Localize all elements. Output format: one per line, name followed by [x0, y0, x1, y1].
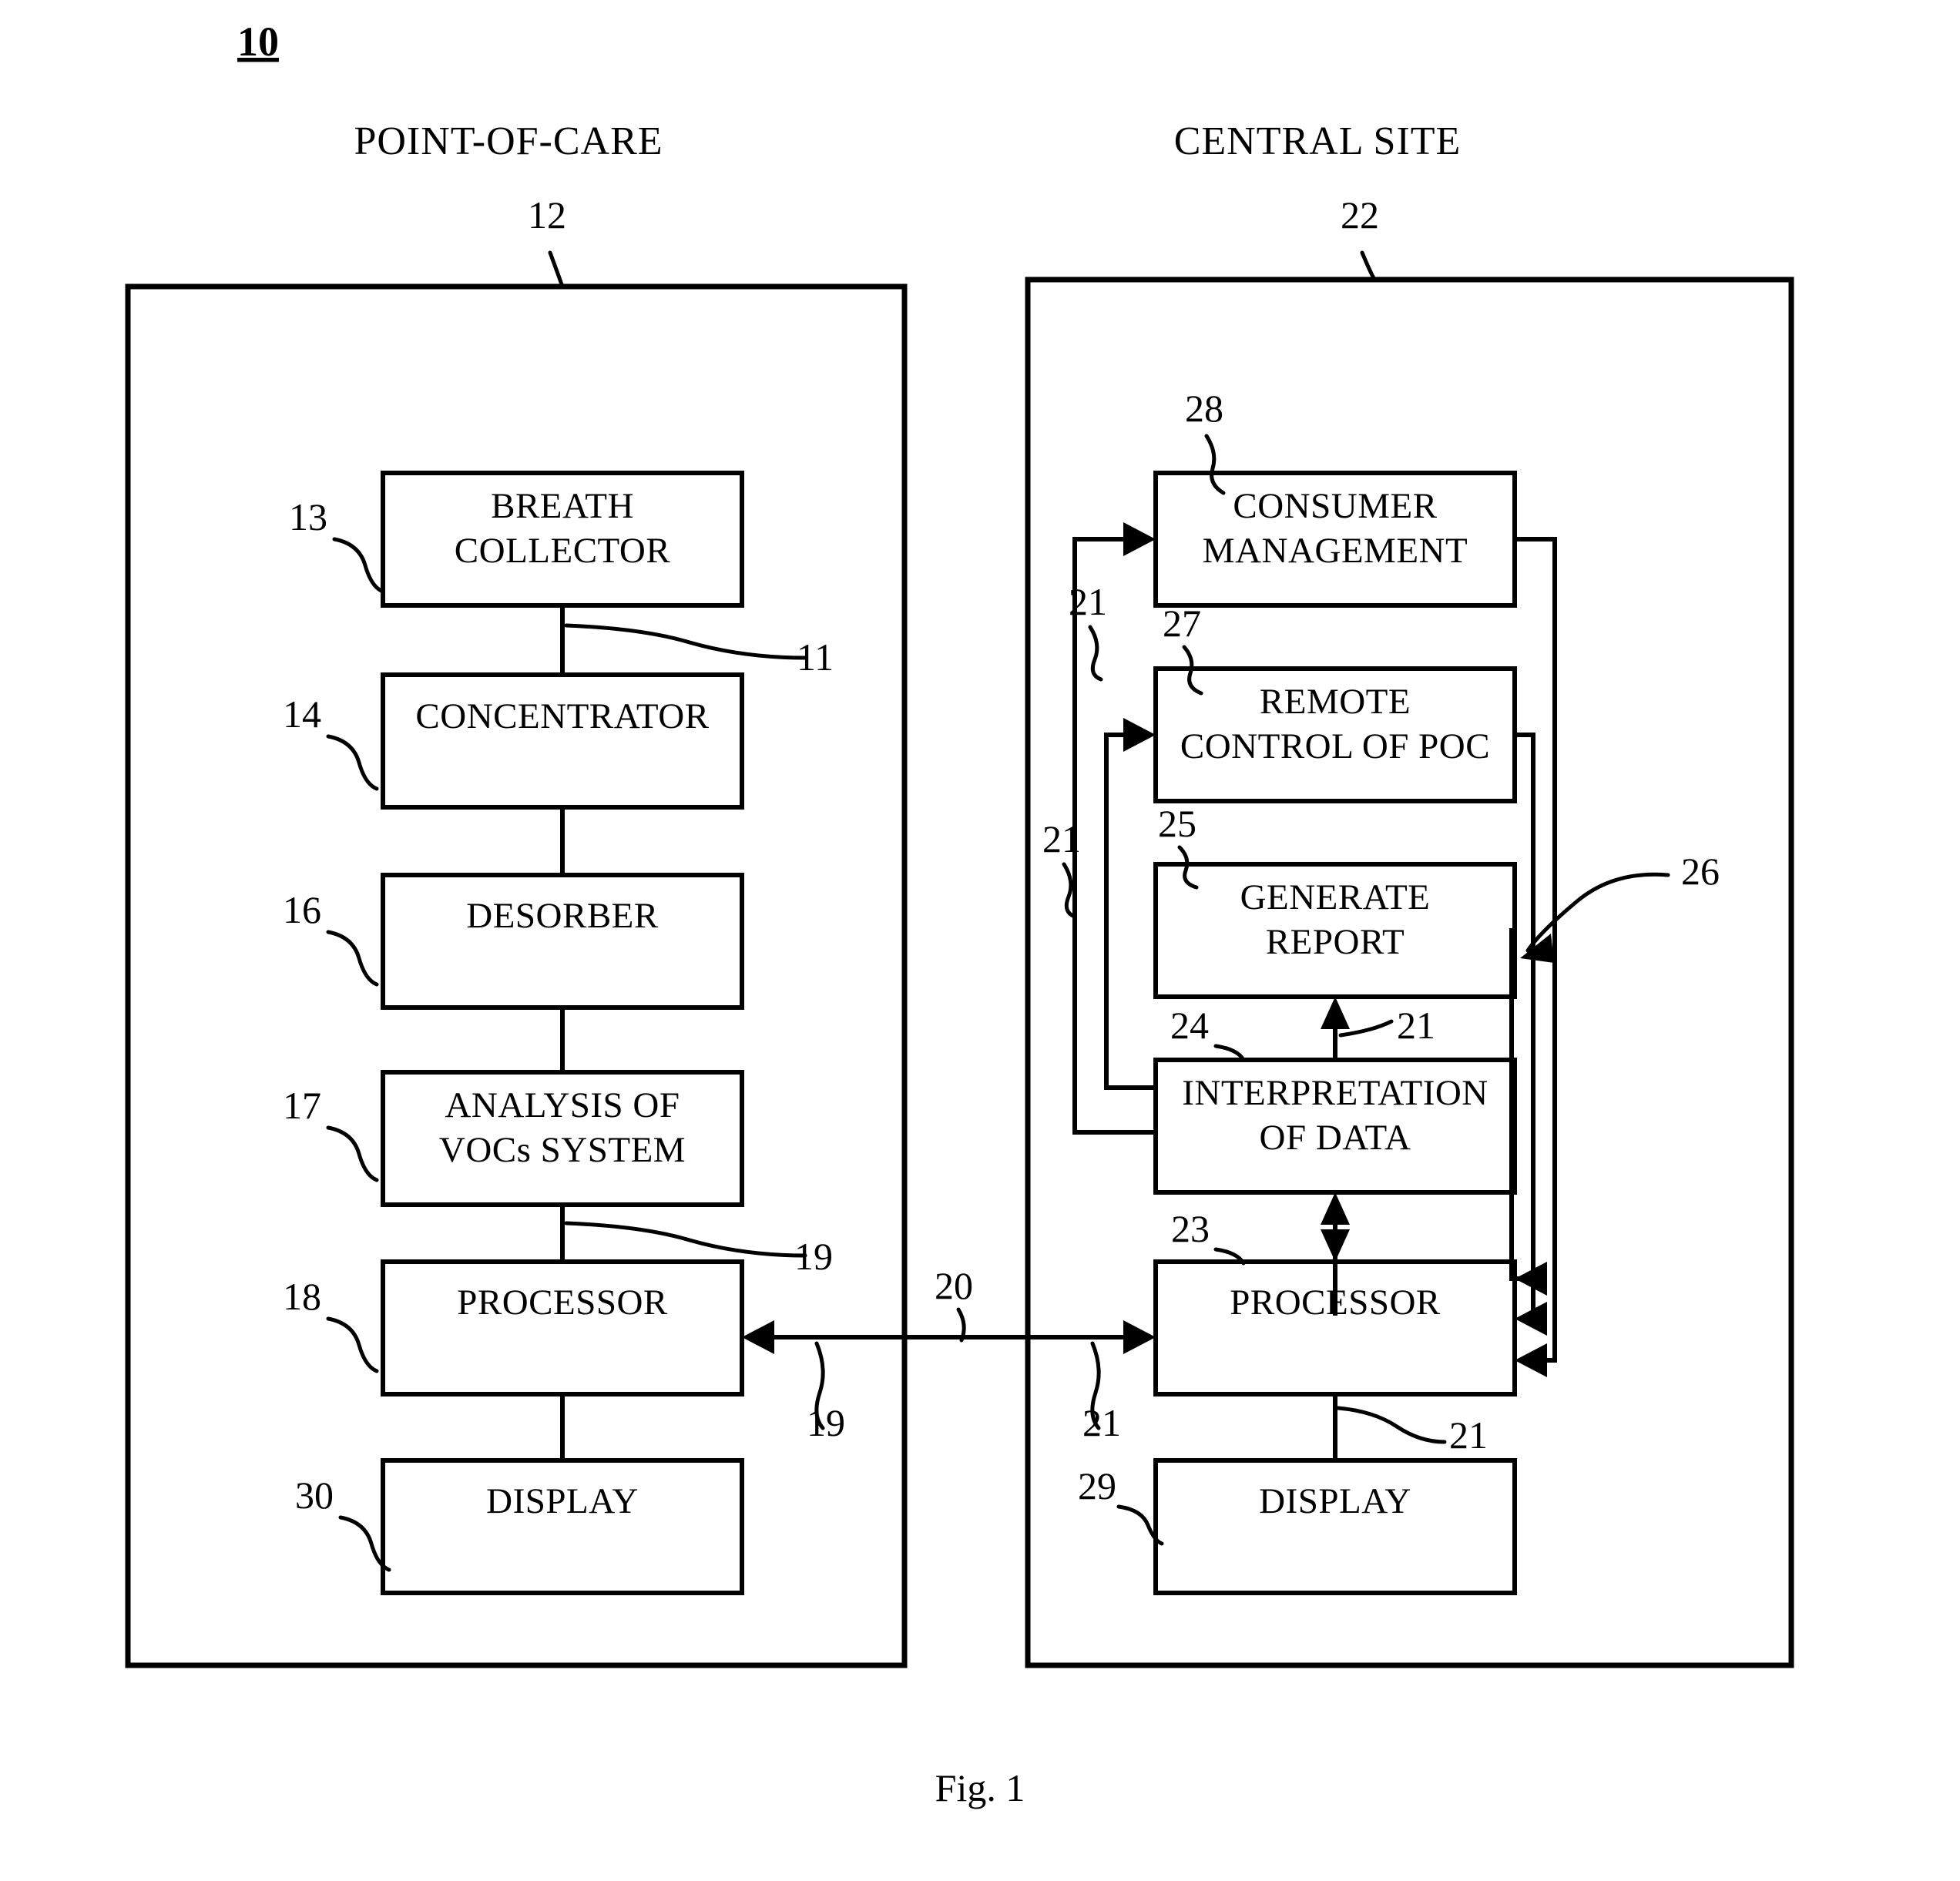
ref-21-wire-b-leader: [1088, 625, 1103, 682]
right-container-reference: 22: [1341, 193, 1379, 236]
ref-19-upper: 19: [794, 1235, 833, 1278]
ref-19a-leader: [564, 1221, 807, 1258]
box-analysis-line1: ANALYSIS OF: [445, 1085, 680, 1125]
box-display-right-line1: DISPLAY: [1259, 1481, 1411, 1521]
ref-21-display-leader: [1336, 1406, 1447, 1444]
box-breath-collector-line2: COLLECTOR: [455, 531, 671, 571]
bus-arrow-right: [1123, 1320, 1156, 1354]
box-concentrator[interactable]: [381, 672, 744, 810]
ref-25: 25: [1158, 802, 1196, 845]
ref-11-leader: [564, 623, 807, 660]
arrow-into-remote-control: [1123, 718, 1156, 752]
box-consumer-management-line2: MANAGEMENT: [1203, 531, 1468, 571]
link-interp-arrow-down: [1321, 1229, 1350, 1262]
right-column-heading: CENTRAL SITE: [1174, 119, 1462, 163]
ref-19-lower: 19: [807, 1401, 845, 1444]
ref-27: 27: [1163, 602, 1201, 645]
ref-21-wire-a: 21: [1042, 817, 1081, 860]
ref-29: 29: [1078, 1464, 1116, 1507]
ref-13: 13: [289, 495, 327, 538]
box-breath-collector-line1: BREATH: [491, 486, 634, 526]
box-interpretation-line1: INTERPRETATION: [1182, 1073, 1488, 1113]
ref-11: 11: [797, 635, 834, 679]
box-processor-left-line1: PROCESSOR: [457, 1282, 668, 1323]
ref-14: 14: [283, 692, 321, 736]
box-analysis-line2: VOCs SYSTEM: [439, 1130, 686, 1170]
ref-14-leader: [326, 734, 379, 791]
bus-arrow-left: [742, 1320, 774, 1354]
box-generate-report-line1: GENERATE: [1240, 877, 1431, 917]
box-display-left-line1: DISPLAY: [486, 1481, 639, 1521]
figure-caption: Fig. 1: [935, 1766, 1025, 1809]
link-interp-arrow-up: [1321, 1192, 1350, 1225]
box-desorber-line1: DESORBER: [466, 896, 659, 936]
ref-13-leader: [332, 537, 385, 594]
ref-20: 20: [935, 1264, 973, 1307]
box-desorber[interactable]: [381, 873, 744, 1010]
box-interpretation-line2: OF DATA: [1260, 1118, 1411, 1158]
ref-28: 28: [1185, 387, 1223, 430]
wire-interpretation-to-consumer-management: [1072, 537, 1156, 1135]
ref-21-bus: 21: [1082, 1401, 1121, 1444]
figure-canvas: 10 POINT-OF-CARE CENTRAL SITE 12 22 BREA…: [125, 18, 1794, 1809]
figure-top-reference: 10: [237, 18, 279, 65]
ref-16-leader: [326, 930, 379, 987]
left-column-heading: POINT-OF-CARE: [354, 119, 663, 163]
ref-26: 26: [1681, 850, 1720, 893]
ref-24: 24: [1170, 1004, 1209, 1047]
ref-21-display: 21: [1449, 1413, 1488, 1457]
wire-interpretation-to-remote-control: [1104, 733, 1156, 1090]
arrow-into-processor-from-consumer-management: [1515, 1343, 1547, 1377]
wire-remote-control-to-processor: [1515, 733, 1539, 1321]
box-processor-left[interactable]: [381, 1259, 744, 1396]
box-display-left[interactable]: [381, 1458, 744, 1595]
ref-21-generate-report: 21: [1397, 1004, 1435, 1047]
left-container-leader: [548, 250, 565, 289]
ref-18: 18: [283, 1275, 321, 1318]
ref-16: 16: [283, 888, 321, 931]
ref-17: 17: [283, 1084, 321, 1127]
box-display-right[interactable]: [1153, 1458, 1517, 1595]
box-concentrator-line1: CONCENTRATOR: [415, 696, 709, 736]
ref-23: 23: [1171, 1207, 1210, 1250]
box-consumer-management-line1: CONSUMER: [1233, 486, 1437, 526]
box-generate-report-line2: REPORT: [1266, 922, 1405, 962]
patent-figure-sheet: 10 POINT-OF-CARE CENTRAL SITE 12 22 BREA…: [0, 0, 1960, 1881]
ref-18-leader: [326, 1316, 379, 1373]
box-remote-control-line2: CONTROL OF POC: [1180, 726, 1490, 766]
box-remote-control-line1: REMOTE: [1260, 682, 1411, 722]
ref-21-wire-b: 21: [1069, 580, 1107, 623]
ref-17-leader: [326, 1125, 379, 1182]
arrow-into-generate-report: [1321, 997, 1350, 1029]
right-container-leader: [1360, 250, 1377, 282]
ref-30: 30: [295, 1474, 334, 1517]
left-container-reference: 12: [528, 193, 566, 236]
arrow-into-consumer-management: [1123, 522, 1156, 556]
